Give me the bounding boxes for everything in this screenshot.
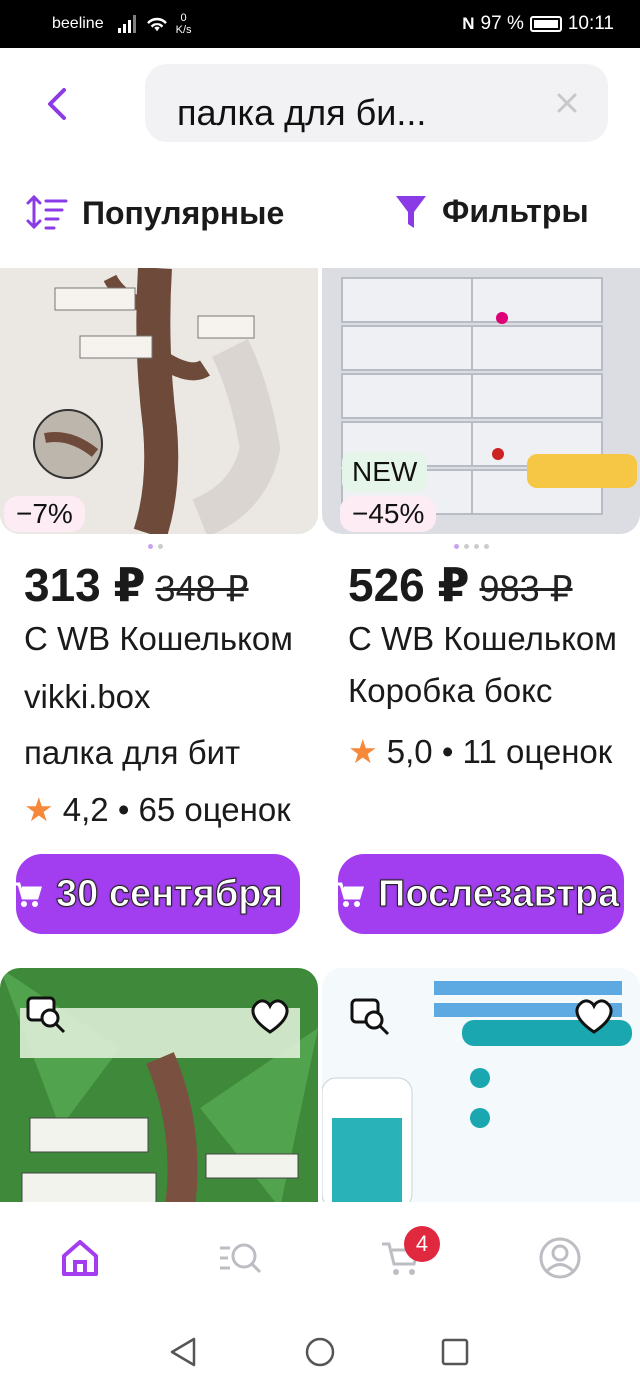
status-bar: beeline 0 K/s N 97 % 10:11 xyxy=(0,0,640,48)
back-icon[interactable] xyxy=(40,86,76,122)
nav-back-icon[interactable] xyxy=(168,1336,198,1368)
search-input[interactable]: палка для би... xyxy=(145,64,608,142)
discount-badge: −7% xyxy=(4,496,85,532)
bottom-tab-bar: 4 xyxy=(0,1202,640,1314)
nfc-icon: N xyxy=(462,14,475,33)
nav-home-icon[interactable] xyxy=(304,1336,336,1368)
old-price: 983 ₽ xyxy=(479,568,573,609)
filter-label: Фильтры xyxy=(442,193,589,229)
sort-filter-row: Популярные Фильтры xyxy=(0,185,640,245)
catalog-icon[interactable] xyxy=(218,1236,262,1280)
product-rating: ★ 4,2 • 65 оценок xyxy=(24,791,291,828)
heart-icon[interactable] xyxy=(248,996,292,1036)
system-navigation-bar xyxy=(0,1314,640,1387)
profile-icon[interactable] xyxy=(538,1236,582,1280)
filter-button[interactable]: Фильтры xyxy=(394,193,589,230)
signal-icon xyxy=(117,15,136,33)
product-image[interactable] xyxy=(0,968,318,1208)
search-query: палка для би... xyxy=(177,92,427,133)
battery-level: 97 % xyxy=(480,13,524,34)
nav-recents-icon[interactable] xyxy=(441,1338,469,1366)
product-photo xyxy=(322,268,640,534)
cart-icon xyxy=(16,882,42,907)
product-image[interactable] xyxy=(322,968,640,1208)
new-badge: NEW xyxy=(342,452,428,492)
product-photo xyxy=(0,268,318,534)
product-image[interactable]: −7% xyxy=(0,268,318,534)
product-rating: ★ 5,0 • 11 оценок xyxy=(348,733,613,770)
similar-icon[interactable] xyxy=(24,994,68,1034)
cart-count-badge: 4 xyxy=(404,1226,440,1262)
product-name: палка для бит xyxy=(24,734,241,771)
carrier: beeline xyxy=(52,15,104,32)
clear-icon[interactable] xyxy=(556,92,578,114)
sort-icon xyxy=(26,194,68,230)
old-price: 348 ₽ xyxy=(155,568,249,609)
image-pager-dots xyxy=(148,544,163,549)
image-pager-dots xyxy=(454,544,489,549)
delivery-cart-button[interactable]: Послезавтра xyxy=(338,854,624,934)
heart-icon[interactable] xyxy=(572,996,616,1036)
discount-badge: −45% xyxy=(340,496,437,532)
search-header: палка для би... xyxy=(0,48,640,158)
sort-label: Популярные xyxy=(82,194,285,231)
clock: 10:11 xyxy=(567,13,614,34)
product-price: 313 ₽348 ₽ xyxy=(24,559,249,611)
product-name: Коробка бокс xyxy=(348,672,553,709)
delivery-cart-button[interactable]: 30 сентября xyxy=(16,854,300,934)
delivery-date: Послезавтра xyxy=(377,873,620,916)
star-icon: ★ xyxy=(24,791,54,828)
sort-button[interactable]: Популярные xyxy=(26,193,284,233)
wallet-note: С WB Кошельком xyxy=(348,620,617,657)
home-icon[interactable] xyxy=(58,1236,102,1280)
battery-icon xyxy=(529,16,562,32)
product-image[interactable]: NEW −45% xyxy=(322,268,640,534)
product-brand: vikki.box xyxy=(24,678,151,715)
similar-icon[interactable] xyxy=(348,996,392,1036)
star-icon: ★ xyxy=(348,733,378,770)
filter-icon xyxy=(396,195,426,228)
product-price: 526 ₽983 ₽ xyxy=(348,559,573,611)
net-speed: 0 K/s xyxy=(175,12,192,36)
delivery-date: 30 сентября xyxy=(55,873,284,916)
wallet-note: С WB Кошельком xyxy=(24,620,293,657)
wifi-icon xyxy=(146,17,167,32)
cart-icon xyxy=(338,882,364,907)
